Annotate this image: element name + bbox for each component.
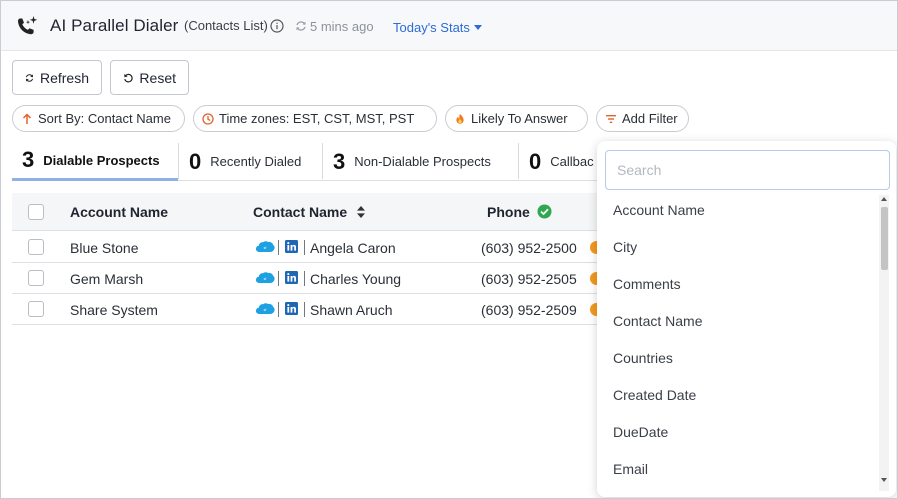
tab-count: 0 [529,148,542,174]
last-synced-label: 5 mins ago [310,19,374,34]
fire-icon [590,303,597,316]
row-checkbox[interactable] [28,239,44,255]
todays-stats-link[interactable]: Today's Stats [393,20,482,35]
header-bar: AI Parallel Dialer (Contacts List) 5 min… [1,1,897,51]
reset-button[interactable]: Reset [110,60,189,95]
table-header: Account Name Contact Name Phone [12,193,632,231]
filter-option[interactable]: City [613,239,637,255]
table-row[interactable]: Blue Stone sf Angela Caron (603) 952-250… [12,232,632,263]
column-header-phone[interactable]: Phone [487,204,530,220]
salesforce-icon[interactable]: sf [255,240,275,253]
svg-text:sf: sf [264,277,267,281]
sort-icon[interactable] [356,205,366,219]
arrow-up-icon [22,112,32,124]
tab-label: Callbac [550,154,594,169]
select-all-checkbox[interactable] [28,204,44,220]
table-row[interactable]: Gem Marsh sf Charles Young (603) 952-250… [12,263,632,294]
svg-text:sf: sf [264,246,267,250]
row-checkbox[interactable] [28,301,44,317]
refresh-label: Refresh [39,69,89,86]
phone-cell[interactable]: (603) 952-2509 [481,302,577,318]
filter-option[interactable]: Countries [613,350,673,366]
refresh-icon [25,73,34,82]
account-name-cell: Gem Marsh [70,271,144,287]
filter-option[interactable]: Email [613,461,648,477]
info-icon[interactable] [270,19,284,33]
timezones-label: Time zones: EST, CST, MST, PST [219,111,415,126]
salesforce-icon[interactable]: sf [255,271,275,284]
likely-to-answer-label: Likely To Answer [471,111,568,126]
account-name-cell: Blue Stone [70,240,139,256]
filter-icon [606,114,616,123]
tab-recently-dialed[interactable]: 0 Recently Dialed [179,142,322,181]
divider [304,271,305,286]
filter-option[interactable]: DueDate [613,424,668,440]
fire-icon [590,272,597,285]
reset-icon [124,73,133,82]
account-name-cell: Share System [70,302,158,318]
filter-option[interactable]: Account Name [613,202,705,218]
contact-name-cell[interactable]: Charles Young [310,271,401,287]
sort-by-label: Sort By: Contact Name [38,111,171,126]
divider [278,302,279,317]
contact-name-cell[interactable]: Shawn Aruch [310,302,393,318]
sync-icon[interactable] [295,20,307,32]
column-header-contact-name[interactable]: Contact Name [253,204,347,220]
fire-icon [590,241,597,254]
column-header-account-name[interactable]: Account Name [70,204,168,220]
filter-search-input[interactable] [605,150,890,190]
tab-count: 0 [189,148,202,174]
filter-option[interactable]: Comments [613,276,681,292]
todays-stats-label: Today's Stats [393,20,470,35]
divider [278,271,279,286]
likely-to-answer-chip[interactable]: Likely To Answer [445,105,588,132]
divider [278,240,279,255]
phone-cell[interactable]: (603) 952-2505 [481,271,577,287]
app-window: AI Parallel Dialer (Contacts List) 5 min… [0,0,898,499]
app-title: AI Parallel Dialer [50,16,179,35]
tab-label: Non-Dialable Prospects [354,154,491,169]
svg-text:sf: sf [264,308,267,312]
refresh-button[interactable]: Refresh [12,60,102,95]
divider [304,302,305,317]
clock-icon [202,112,214,125]
divider [304,240,305,255]
tab-count: 3 [22,147,35,172]
sort-by-chip[interactable]: Sort By: Contact Name [12,105,185,132]
salesforce-icon[interactable]: sf [255,302,275,315]
linkedin-icon[interactable] [285,240,298,253]
scroll-up-arrow-icon[interactable] [881,197,887,201]
prospect-tabs: 3 Dialable Prospects 0 Recently Dialed 3… [12,142,632,181]
phone-sparkle-icon [18,16,38,35]
tab-label: Dialable Prospects [43,152,160,168]
tab-label: Recently Dialed [210,154,302,169]
check-circle-icon [537,204,552,219]
phone-cell[interactable]: (603) 952-2500 [481,240,577,256]
list-type-label: (Contacts List) [184,18,268,33]
caret-down-icon [473,25,482,30]
timezones-chip[interactable]: Time zones: EST, CST, MST, PST [193,105,437,132]
tab-non-dialable-prospects[interactable]: 3 Non-Dialable Prospects [323,142,518,181]
tab-count: 3 [333,148,346,174]
scroll-down-arrow-icon[interactable] [881,478,887,482]
tab-dialable-prospects[interactable]: 3 Dialable Prospects [12,142,178,181]
filter-option[interactable]: Created Date [613,387,696,403]
row-checkbox[interactable] [28,270,44,286]
linkedin-icon[interactable] [285,271,298,284]
fire-icon [456,113,464,124]
add-filter-label: Add Filter [622,111,678,126]
contact-name-cell[interactable]: Angela Caron [310,240,396,256]
scrollbar-thumb[interactable] [881,207,888,270]
add-filter-dropdown: Account Name City Comments Contact Name … [597,141,896,497]
table-row[interactable]: Share System sf Shawn Aruch (603) 952-25… [12,294,632,325]
linkedin-icon[interactable] [285,302,298,315]
reset-label: Reset [139,69,176,86]
filter-option[interactable]: Contact Name [613,313,702,329]
add-filter-chip[interactable]: Add Filter [596,105,689,132]
